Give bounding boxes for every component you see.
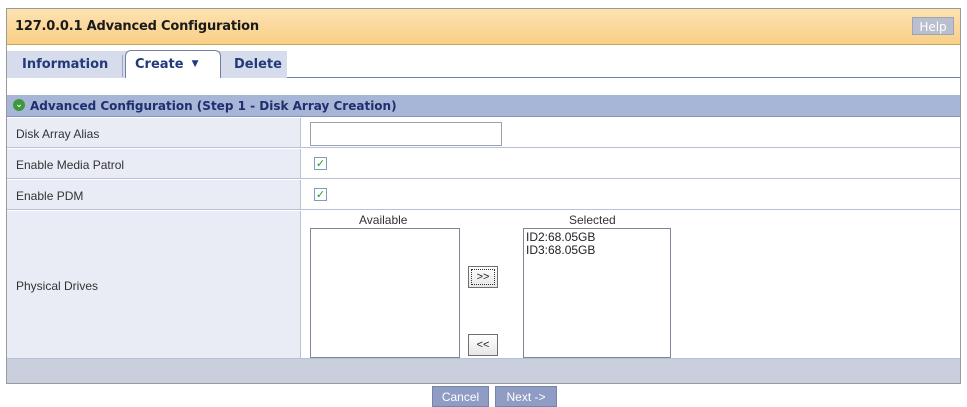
selected-label: Selected: [569, 213, 616, 227]
help-button[interactable]: Help: [912, 17, 954, 35]
pdm-value-cell: ✓: [302, 180, 960, 209]
window-title: 127.0.0.1 Advanced Configuration: [15, 19, 259, 34]
next-button[interactable]: Next ->: [495, 386, 557, 407]
media-patrol-label: Enable Media Patrol: [16, 158, 125, 172]
chevron-down-icon[interactable]: ▼: [192, 59, 199, 69]
pdm-label-cell: Enable PDM: [7, 180, 301, 209]
alias-label-cell: Disk Array Alias: [7, 118, 301, 147]
alias-input[interactable]: [310, 122, 502, 146]
remove-drive-button[interactable]: <<: [468, 334, 498, 356]
form-footer-bar: [7, 359, 960, 383]
media-patrol-row: Enable Media Patrol ✓: [7, 149, 960, 179]
alias-value-cell: [302, 118, 960, 147]
available-listbox[interactable]: [310, 228, 460, 358]
tab-create[interactable]: Create ▼: [125, 50, 221, 78]
expand-arrow-icon[interactable]: ⌄: [13, 99, 25, 111]
alias-label: Disk Array Alias: [16, 127, 100, 141]
list-item[interactable]: ID3:68.05GB: [524, 244, 670, 257]
selected-listbox[interactable]: ID2:68.05GB ID3:68.05GB: [523, 228, 671, 358]
pdm-checkbox[interactable]: ✓: [314, 188, 327, 201]
tab-bar: Information Create ▼ Delete: [7, 46, 960, 78]
tab-information[interactable]: Information: [13, 55, 117, 75]
tab-delete[interactable]: Delete: [225, 55, 291, 75]
tab-divider: [122, 55, 123, 77]
add-drive-button[interactable]: >>: [468, 266, 498, 288]
section-title: Advanced Configuration (Step 1 - Disk Ar…: [30, 99, 397, 113]
media-patrol-checkbox[interactable]: ✓: [314, 157, 327, 170]
section-header: ⌄ Advanced Configuration (Step 1 - Disk …: [7, 95, 960, 117]
config-window: 127.0.0.1 Advanced Configuration Help In…: [6, 8, 961, 384]
physical-drives-label-cell: Physical Drives: [7, 211, 301, 358]
media-patrol-label-cell: Enable Media Patrol: [7, 149, 301, 178]
available-label: Available: [359, 213, 408, 227]
media-patrol-value-cell: ✓: [302, 149, 960, 178]
cancel-button[interactable]: Cancel: [432, 386, 489, 407]
title-bar: 127.0.0.1 Advanced Configuration Help: [7, 9, 960, 45]
physical-drives-label: Physical Drives: [16, 279, 99, 293]
physical-drives-row: Physical Drives Available >> << Selected…: [7, 211, 960, 359]
tab-create-label: Create: [135, 57, 184, 72]
physical-drives-value-cell: Available >> << Selected ID2:68.05GB ID3…: [302, 211, 960, 358]
pdm-row: Enable PDM ✓: [7, 180, 960, 210]
alias-row: Disk Array Alias: [7, 118, 960, 148]
pdm-label: Enable PDM: [16, 189, 84, 203]
